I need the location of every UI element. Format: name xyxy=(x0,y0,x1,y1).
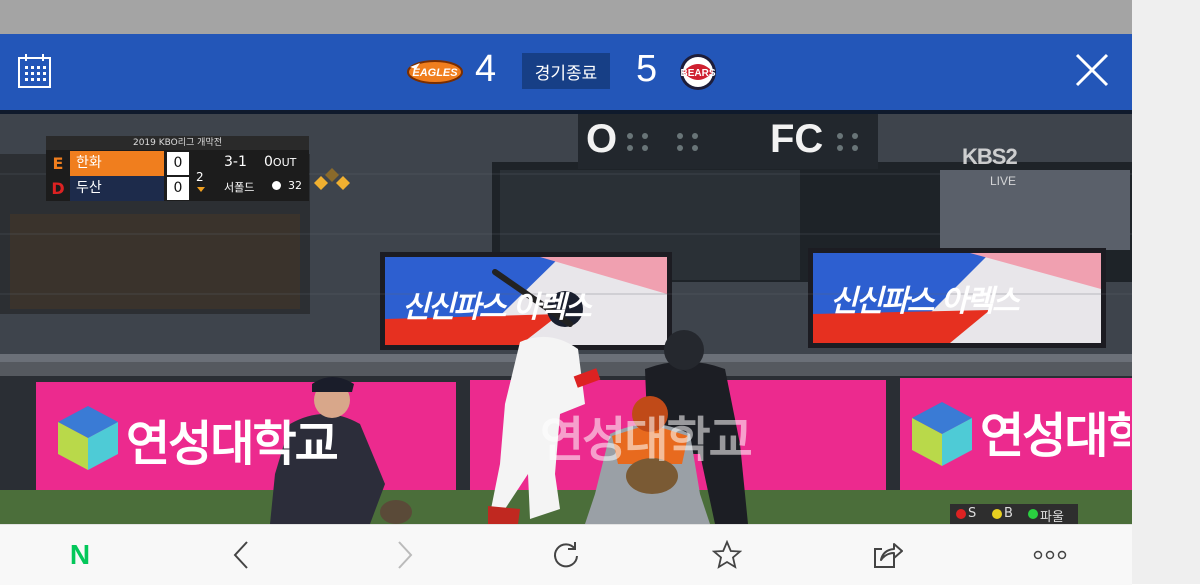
home-score: 4 xyxy=(475,48,497,90)
team1-name: 한화 xyxy=(70,151,164,176)
share-icon[interactable] xyxy=(868,535,908,575)
back-icon[interactable] xyxy=(221,535,261,575)
team1-runs: 0 xyxy=(167,152,189,175)
away-score: 5 xyxy=(636,48,658,90)
broadcast-row-team2: D 두산 0 xyxy=(46,176,191,201)
bookmark-icon[interactable] xyxy=(707,535,747,575)
wall-ad-center: 연성대학교 xyxy=(540,412,753,468)
sbo-indicator: S B 파울 xyxy=(950,504,1078,524)
strike-label: S xyxy=(968,506,977,521)
pitcher-name: 서폴드 xyxy=(224,181,255,194)
side-margin xyxy=(1132,0,1200,584)
video-player[interactable]: O FC 신신파스 아렉스 신신파스 아렉스 연성대학교 연성대학교 연성대학교… xyxy=(0,114,1132,524)
team2-runs: 0 xyxy=(167,177,189,200)
refresh-icon[interactable] xyxy=(546,535,586,575)
calendar-icon[interactable] xyxy=(16,52,54,90)
game-status-badge: 경기종료 xyxy=(522,53,610,89)
score-header: EAGLES 4 경기종료 5 BEARS xyxy=(0,34,1132,110)
stadium-scoreboard-right: FC xyxy=(770,117,824,161)
bears-logo-text: BEARS xyxy=(680,68,715,79)
broadcast-row-team1: E 한화 0 xyxy=(46,151,191,176)
ball-strike-count: 3-1 xyxy=(224,154,247,170)
channel-logo: KBS2 xyxy=(962,144,1018,170)
led-ad-left: 신신파스 아렉스 xyxy=(402,290,592,325)
wall-ad-right: 연성대학교 xyxy=(980,408,1130,464)
status-bar xyxy=(0,0,1132,34)
team1-mark: E xyxy=(52,154,64,173)
stadium-scoreboard-left: O xyxy=(586,117,618,161)
team2-name: 두산 xyxy=(70,176,164,201)
foul-label: 파울 xyxy=(1040,510,1064,524)
channel-number: 2 xyxy=(1005,144,1017,169)
inning-number: 2 xyxy=(196,170,204,184)
foul-dot-icon xyxy=(1028,509,1038,519)
close-icon[interactable] xyxy=(1074,52,1110,88)
led-ad-right: 신신파스 아렉스 xyxy=(830,284,1020,319)
inning-bottom-arrow-icon xyxy=(197,187,205,192)
eagles-logo-text: EAGLES xyxy=(412,67,458,79)
naver-home-icon[interactable]: N xyxy=(60,535,100,575)
bases-diamond-icon xyxy=(314,168,350,190)
naver-logo: N xyxy=(69,539,91,570)
baseball-icon xyxy=(272,181,281,190)
more-icon[interactable] xyxy=(1030,535,1070,575)
out-label: OUT xyxy=(272,156,297,169)
browser-toolbar: N xyxy=(0,524,1132,585)
ball-dot-icon xyxy=(992,509,1002,519)
forward-icon[interactable] xyxy=(385,535,425,575)
broadcast-scorebox: 2019 KBO리그 개막전 E 한화 0 D 두산 0 2 3-1 0OUT … xyxy=(46,136,350,201)
strike-dot-icon xyxy=(956,509,966,519)
live-label: LIVE xyxy=(990,174,1017,188)
pitch-count: 32 xyxy=(288,179,302,192)
eagles-logo[interactable]: EAGLES xyxy=(406,55,464,89)
out-number: 0 xyxy=(264,154,273,170)
broadcast-title: 2019 KBO리그 개막전 xyxy=(46,136,309,150)
team2-mark: D xyxy=(51,179,65,198)
wall-ad-left: 연성대학교 xyxy=(126,416,339,472)
out-count: 0OUT xyxy=(264,154,296,170)
channel-name: KBS xyxy=(962,144,1006,169)
ball-label: B xyxy=(1004,506,1013,521)
bears-logo[interactable]: BEARS xyxy=(675,52,721,92)
